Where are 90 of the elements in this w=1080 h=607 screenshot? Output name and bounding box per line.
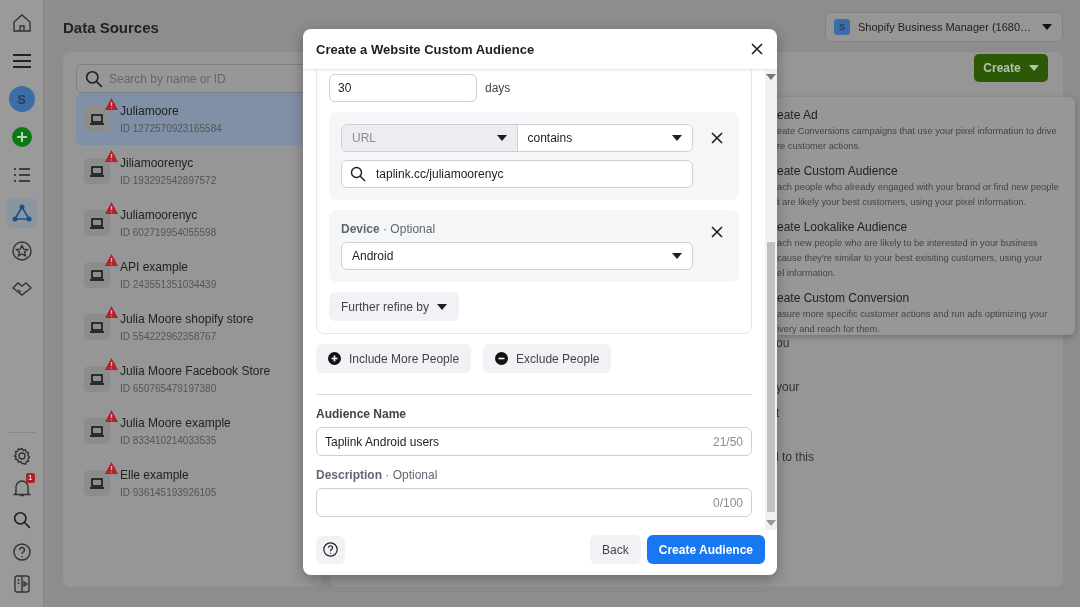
description-label: Description · Optional (316, 468, 439, 482)
laptop-icon (90, 425, 104, 437)
search-icon (85, 69, 103, 88)
laptop-icon (90, 321, 104, 333)
search-icon (350, 166, 366, 182)
source-id: ID 554222962358767 (120, 331, 218, 342)
list-icon (13, 168, 30, 182)
source-name: Julia Moore shopify store (120, 312, 254, 326)
device-label: Device · Optional (341, 222, 437, 236)
scrollbar[interactable] (765, 70, 777, 530)
laptop-icon (90, 217, 104, 229)
menu-item[interactable]: eate Ad eate Conversions campaigns that use your pixel information to drive re customer actions. (777, 107, 1067, 153)
retention-field[interactable]: 30 (329, 74, 477, 102)
refine-button[interactable]: Further refine by (329, 292, 460, 321)
help-icon (12, 543, 31, 561)
caret-icon (437, 303, 448, 310)
back-button[interactable]: Back (590, 535, 641, 564)
device-select[interactable]: Android (341, 242, 693, 270)
source-id: ID 243551351034439 (120, 279, 217, 290)
source-id: ID 833410214033535 (120, 435, 218, 446)
page-title: Data Sources (63, 18, 159, 36)
source-id: ID 602719954055598 (120, 227, 217, 238)
source-name: Juliamoore (120, 104, 180, 118)
settings-icon (12, 447, 31, 465)
source-id: ID 936145193926105 (120, 487, 217, 498)
business-selector[interactable]: S Shopify Business Manager (1680… (825, 12, 1063, 42)
laptop-icon (90, 373, 104, 385)
source-id: ID 1272570923165584 (120, 123, 222, 134)
days-label: days (485, 81, 511, 95)
plus-circle-icon (328, 352, 341, 365)
partial-text: your (776, 379, 801, 395)
laptop-icon (90, 477, 104, 489)
bell-icon (12, 479, 31, 497)
notification-badge: 1 (26, 473, 35, 483)
source-name: Elle example (120, 468, 190, 482)
nav-button[interactable] (6, 198, 37, 228)
audience-name-label: Audience Name (316, 407, 408, 421)
business-logo: S (834, 19, 850, 35)
source-id: ID 650765479197380 (120, 383, 218, 394)
caret-icon (1042, 24, 1052, 30)
source-name: Juliamoorenyc (120, 208, 199, 222)
menu-item[interactable]: eate Lookalike Audience ach new people who are likely to be interested in your business cause they're similar to your best exisiting customers, using your el information. (777, 219, 1067, 280)
description-field[interactable]: 0/100 (316, 488, 752, 517)
create-button[interactable]: Create (974, 54, 1048, 82)
data-source-item[interactable]: Juliamoore ID 1272570923165584 (76, 93, 302, 145)
url-field[interactable]: taplink.cc/juliamoorenyc (341, 160, 693, 188)
remove-button[interactable] (709, 224, 725, 240)
include-button[interactable]: Include More People (316, 344, 472, 373)
menu-item[interactable]: eate Custom Audience ach people who already engaged with your brand or find new people t are likely your best customers, using your pixel information. (777, 163, 1067, 209)
caret-icon (1028, 65, 1039, 71)
data-source-item[interactable]: Julia Moore shopify store ID 554222962358767 (76, 301, 302, 353)
partial-text: l to this (776, 449, 815, 465)
laptop-icon (90, 113, 104, 125)
menu-icon (12, 54, 31, 68)
panel-icon (13, 575, 30, 593)
audience-name-field[interactable]: Taplink Android users 21/50 (316, 427, 752, 456)
data-source-item[interactable]: Julia Moore Facebook Store ID 650765479197380 (76, 353, 302, 405)
close-icon (711, 226, 723, 238)
close-icon (751, 43, 763, 55)
search-icon (12, 511, 31, 529)
dialog-title: Create a Website Custom Audience (316, 41, 535, 57)
source-name: Julia Moore Facebook Store (120, 364, 271, 378)
minus-circle-icon (495, 352, 509, 365)
remove-button[interactable] (709, 130, 725, 146)
laptop-icon (90, 165, 104, 177)
nav-button[interactable]: 1 (6, 473, 37, 503)
exclude-button[interactable]: Exclude People (483, 344, 612, 373)
source-name: API example (120, 260, 190, 274)
caret-icon (672, 253, 682, 259)
home-icon (11, 13, 32, 33)
close-icon (711, 132, 723, 144)
source-name: Jiliamoorenyc (120, 156, 195, 170)
data-source-item[interactable]: Jiliamoorenyc ID 193292542897572 (76, 145, 302, 197)
help-button[interactable] (316, 535, 345, 564)
data-source-item[interactable]: Elle example ID 936145193926105 (76, 457, 302, 509)
star-icon (11, 241, 32, 261)
close-button[interactable] (749, 41, 765, 57)
partial-text: ou (776, 335, 791, 351)
data-source-item[interactable]: Julia Moore example ID 833410214033535 (76, 405, 302, 457)
triangle-nodes-icon (11, 204, 32, 222)
menu-item[interactable]: eate Custom Conversion asure more specific customer actions and run ads optimizing your ivery and reach for them. (777, 290, 1067, 336)
scroll-down-icon (766, 520, 776, 526)
data-source-item[interactable]: API example ID 243551351034439 (76, 249, 302, 301)
help-icon (323, 542, 338, 557)
plus-icon (11, 127, 32, 147)
create-audience-button[interactable]: Create Audience (646, 535, 765, 564)
source-name: Julia Moore example (120, 416, 231, 430)
laptop-icon (90, 269, 104, 281)
source-id: ID 193292542897572 (120, 175, 217, 186)
data-source-item[interactable]: Juliamoorenyc ID 602719954055598 (76, 197, 302, 249)
